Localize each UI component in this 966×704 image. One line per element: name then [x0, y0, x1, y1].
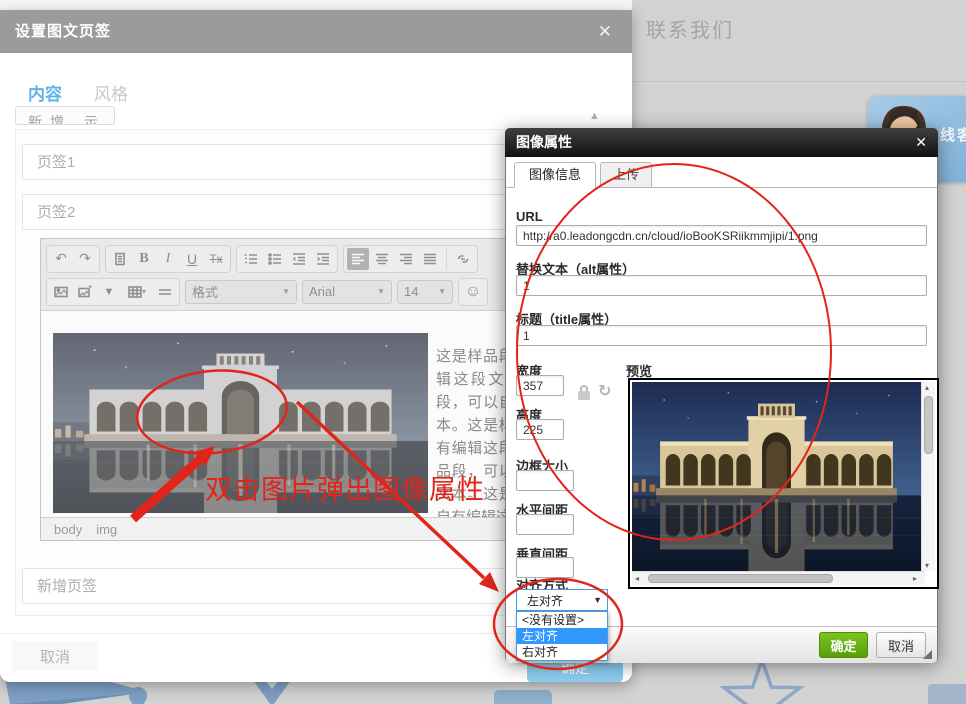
- insert-album-icon[interactable]: [74, 281, 96, 303]
- bullet-list-icon[interactable]: [264, 248, 286, 270]
- scroll-down-icon[interactable]: ▾: [925, 561, 929, 570]
- url-label: URL: [516, 209, 543, 224]
- lock-ratio-icon[interactable]: [578, 385, 591, 400]
- chevron-down-icon: ▼: [282, 287, 290, 296]
- source-icon[interactable]: [109, 248, 131, 270]
- align-right-icon[interactable]: [395, 248, 417, 270]
- contact-us-heading: 联系我们: [646, 14, 734, 43]
- screen: 联系我们 线客 设置图文页签 ✕ 内容 风格 ▲: [0, 0, 966, 704]
- option-align-left[interactable]: 左对齐: [517, 628, 607, 644]
- ok-button[interactable]: 确定: [819, 632, 868, 658]
- dialog-title: 图像属性: [516, 128, 572, 157]
- path-body[interactable]: body: [54, 522, 82, 537]
- option-align-right[interactable]: 右对齐: [517, 644, 607, 660]
- reset-size-icon[interactable]: ↻: [598, 381, 611, 401]
- tab-upload[interactable]: 上传: [600, 162, 652, 188]
- font-select[interactable]: Arial▼: [302, 280, 392, 304]
- alignment-dropdown-list: <没有设置> 左对齐 右对齐: [516, 611, 608, 661]
- link-icon[interactable]: [452, 248, 474, 270]
- path-img[interactable]: img: [96, 522, 117, 537]
- alt-input[interactable]: [516, 275, 927, 296]
- hspace-input[interactable]: [516, 514, 574, 535]
- chevron-down-icon: ▼: [377, 287, 385, 296]
- cancel-button[interactable]: 取消: [12, 641, 98, 671]
- download-template-icon[interactable]: ▼: [98, 281, 120, 303]
- horizontal-rule-icon[interactable]: [154, 281, 176, 303]
- title-attr-input[interactable]: [516, 325, 927, 346]
- preview-horizontal-scrollbar[interactable]: ◂ ▸: [632, 571, 925, 585]
- alignment-select[interactable]: 左对齐▼: [516, 589, 608, 611]
- smiley-icon[interactable]: ☺: [462, 281, 484, 303]
- tab-content[interactable]: 内容: [28, 80, 62, 105]
- chevron-down-icon: ▼: [438, 287, 446, 296]
- option-not-set[interactable]: <没有设置>: [517, 612, 607, 628]
- online-service-label: 线客: [940, 124, 966, 145]
- vertical-scroll-thumb[interactable]: [924, 396, 933, 454]
- annotation-label: 双击图片弹出图像属性: [205, 468, 485, 507]
- font-size-select[interactable]: 14▼: [397, 280, 453, 304]
- scroll-right-icon[interactable]: ▸: [913, 574, 917, 583]
- backdrop-top-strip: [0, 0, 632, 10]
- undo-icon[interactable]: ↶: [50, 248, 72, 270]
- border-input[interactable]: [516, 470, 574, 491]
- dialog-header: 设置图文页签 ✕: [0, 10, 632, 53]
- align-left-icon[interactable]: [347, 248, 369, 270]
- scroll-up-icon[interactable]: ▴: [925, 383, 929, 392]
- scroll-left-icon[interactable]: ◂: [635, 574, 639, 583]
- dialog-title: 设置图文页签: [15, 10, 111, 53]
- url-input[interactable]: [516, 225, 927, 246]
- backdrop-divider: [632, 81, 966, 82]
- outdent-icon[interactable]: [288, 248, 310, 270]
- tab-style[interactable]: 风格: [94, 80, 128, 105]
- tab-image-info[interactable]: 图像信息: [514, 162, 596, 188]
- dialog-header[interactable]: 图像属性 ✕: [505, 128, 938, 157]
- close-icon[interactable]: ✕: [598, 22, 612, 42]
- preview-vertical-scrollbar[interactable]: ▴ ▾: [921, 382, 935, 571]
- redo-icon[interactable]: ↷: [74, 248, 96, 270]
- justify-icon[interactable]: [419, 248, 441, 270]
- underline-icon[interactable]: U: [181, 248, 203, 270]
- insert-image-icon[interactable]: [50, 281, 72, 303]
- align-center-icon[interactable]: [371, 248, 393, 270]
- format-select[interactable]: 格式▼: [185, 280, 297, 304]
- ordered-list-icon[interactable]: [240, 248, 262, 270]
- bold-icon[interactable]: B: [133, 248, 155, 270]
- resize-handle[interactable]: [923, 650, 932, 659]
- preview-pane: ▴ ▾ ◂ ▸: [628, 378, 939, 589]
- preview-image: [632, 382, 921, 571]
- remove-format-icon[interactable]: Tx: [205, 248, 227, 270]
- horizontal-scroll-thumb[interactable]: [648, 574, 833, 583]
- add-item-button-clipped[interactable]: 新增 示: [15, 106, 115, 125]
- cancel-button[interactable]: 取消: [876, 632, 926, 658]
- italic-icon[interactable]: I: [157, 248, 179, 270]
- image-properties-dialog: 图像属性 ✕ 图像信息 上传 URL 替换文本（alt属性） 标题（title属…: [505, 128, 938, 662]
- table-icon[interactable]: ▾: [122, 281, 152, 303]
- close-icon[interactable]: ✕: [915, 134, 927, 151]
- width-input[interactable]: [516, 375, 564, 396]
- indent-icon[interactable]: [312, 248, 334, 270]
- scroll-up-icon[interactable]: ▲: [589, 110, 600, 122]
- height-input[interactable]: [516, 419, 564, 440]
- chevron-down-icon: ▼: [593, 595, 602, 605]
